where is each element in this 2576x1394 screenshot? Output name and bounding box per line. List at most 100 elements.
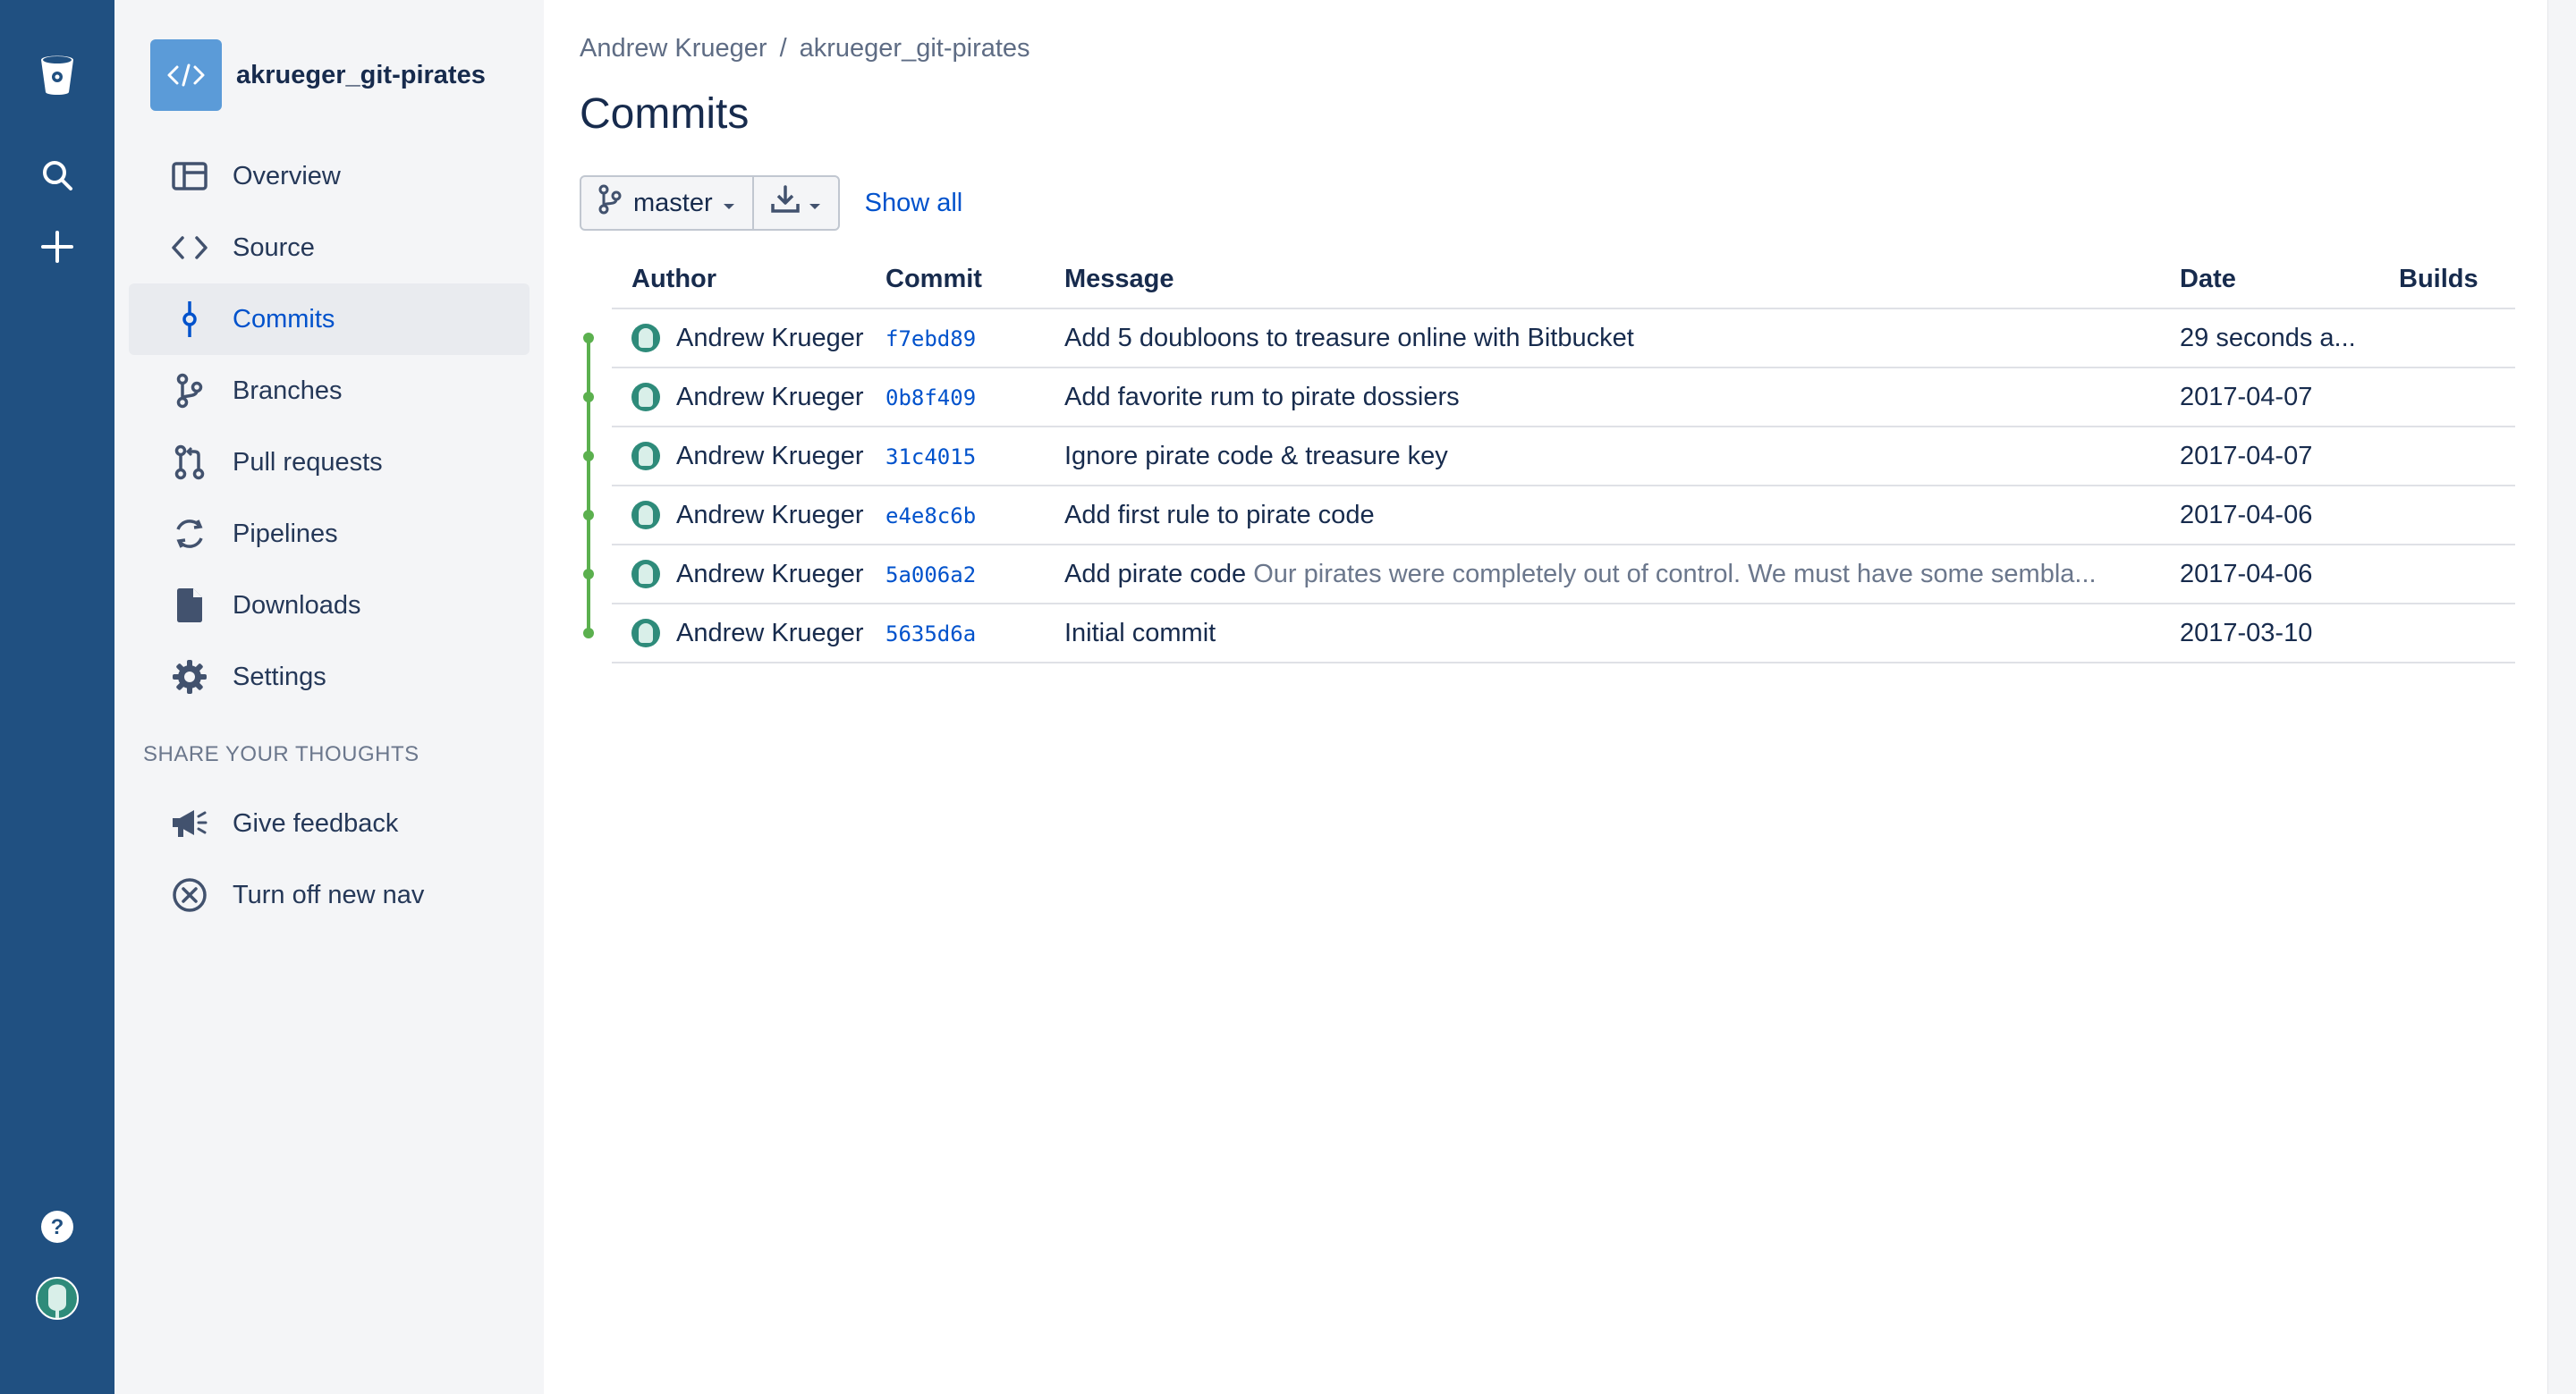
sidebar-item-downloads[interactable]: Downloads xyxy=(129,570,530,641)
commit-date: 29 seconds a... xyxy=(2180,323,2356,352)
avatar xyxy=(631,501,660,529)
branch-name: master xyxy=(633,188,713,217)
sidebar-item-pull-requests[interactable]: Pull requests xyxy=(129,427,530,498)
sidebar-item-pipelines[interactable]: Pipelines xyxy=(129,498,530,570)
author-name: Andrew Krueger xyxy=(676,559,864,588)
commit-summary: Ignore pirate code & treasure key xyxy=(1064,441,1448,470)
commit-message[interactable]: Add pirate code Our pirates were complet… xyxy=(1064,560,2180,589)
commit-graph-dot xyxy=(583,628,594,638)
commit-message[interactable]: Add first rule to pirate code xyxy=(1064,501,2180,530)
show-all-link[interactable]: Show all xyxy=(865,189,963,218)
commit-message[interactable]: Add 5 doubloons to treasure online with … xyxy=(1064,324,2180,353)
download-icon xyxy=(770,184,801,222)
author-name: Andrew Krueger xyxy=(676,323,864,352)
user-avatar[interactable] xyxy=(29,1270,86,1327)
sidebar-item-label: Source xyxy=(233,232,315,262)
overview-icon xyxy=(168,155,211,198)
megaphone-icon xyxy=(168,802,211,845)
commit-message[interactable]: Add favorite rum to pirate dossiers xyxy=(1064,383,2180,412)
search-icon[interactable] xyxy=(29,147,86,204)
commit-author[interactable]: Andrew Krueger xyxy=(612,383,886,412)
commit-hash-link[interactable]: e4e8c6b xyxy=(886,503,976,528)
sidebar-item-give-feedback[interactable]: Give feedback xyxy=(129,788,530,859)
sidebar-item-label: Overview xyxy=(233,161,341,190)
sidebar-item-source[interactable]: Source xyxy=(129,212,530,283)
help-icon[interactable]: ? xyxy=(29,1198,86,1255)
table-row: Andrew Krueger 31c4015 Ignore pirate cod… xyxy=(612,427,2515,486)
commit-summary: Add favorite rum to pirate dossiers xyxy=(1064,382,1460,411)
repo-header[interactable]: akrueger_git-pirates xyxy=(150,39,486,111)
branch-icon xyxy=(168,369,211,412)
toolbar-button-group: master xyxy=(580,175,840,231)
breadcrumb-repo[interactable]: akrueger_git-pirates xyxy=(800,34,1030,63)
file-icon xyxy=(168,584,211,627)
commit-graph-line xyxy=(587,338,590,633)
commit-author[interactable]: Andrew Krueger xyxy=(612,619,886,648)
gear-icon xyxy=(168,655,211,698)
sidebar-secondary-nav: Give feedback Turn off new nav xyxy=(129,788,530,931)
commit-date: 2017-04-07 xyxy=(2180,382,2313,411)
table-row: Andrew Krueger 0b8f409 Add favorite rum … xyxy=(612,368,2515,427)
author-name: Andrew Krueger xyxy=(676,618,864,647)
commit-author[interactable]: Andrew Krueger xyxy=(612,560,886,589)
avatar xyxy=(631,619,660,647)
page-scrollbar[interactable] xyxy=(2547,0,2576,1394)
create-plus-icon[interactable] xyxy=(29,218,86,275)
avatar xyxy=(631,560,660,588)
section-title: SHARE YOUR THOUGHTS xyxy=(143,742,419,766)
author-name: Andrew Krueger xyxy=(676,382,864,411)
commit-author[interactable]: Andrew Krueger xyxy=(612,442,886,471)
code-icon xyxy=(168,226,211,269)
branch-selector-button[interactable]: master xyxy=(581,177,752,229)
repo-code-icon xyxy=(150,39,222,111)
commit-summary: Add pirate code xyxy=(1064,559,1247,588)
sidebar-item-label: Turn off new nav xyxy=(233,880,425,909)
commit-message[interactable]: Ignore pirate code & treasure key xyxy=(1064,442,2180,471)
commit-hash-link[interactable]: 5635d6a xyxy=(886,621,976,646)
sidebar-item-overview[interactable]: Overview xyxy=(129,140,530,212)
column-header-author: Author xyxy=(631,264,717,293)
download-button[interactable] xyxy=(751,177,838,229)
sidebar-item-turn-off-new-nav[interactable]: Turn off new nav xyxy=(129,859,530,931)
breadcrumb-separator: / xyxy=(779,34,787,63)
breadcrumb: Andrew Krueger / akrueger_git-pirates xyxy=(580,34,1030,63)
commit-summary: Initial commit xyxy=(1064,618,1216,647)
pipelines-icon xyxy=(168,512,211,555)
sidebar-item-settings[interactable]: Settings xyxy=(129,641,530,713)
chevron-down-icon xyxy=(808,189,822,218)
commit-date: 2017-04-07 xyxy=(2180,441,2313,470)
author-name: Andrew Krueger xyxy=(676,441,864,470)
commit-message[interactable]: Initial commit xyxy=(1064,619,2180,648)
svg-text:?: ? xyxy=(51,1215,64,1239)
sidebar-nav: Overview Source Commits Branches Pull re… xyxy=(129,140,530,713)
commit-graph-dot xyxy=(583,392,594,402)
main-content: Andrew Krueger / akrueger_git-pirates Comm… xyxy=(544,0,2547,1394)
table-row: Andrew Krueger 5635d6a Initial commit 20… xyxy=(612,604,2515,663)
breadcrumb-owner[interactable]: Andrew Krueger xyxy=(580,34,767,63)
commit-summary: Add 5 doubloons to treasure online with … xyxy=(1064,323,1634,352)
table-row: Andrew Krueger e4e8c6b Add first rule to… xyxy=(612,486,2515,545)
sidebar-item-branches[interactable]: Branches xyxy=(129,355,530,427)
avatar xyxy=(631,442,660,470)
commit-author[interactable]: Andrew Krueger xyxy=(612,501,886,530)
commit-hash-link[interactable]: 31c4015 xyxy=(886,444,976,469)
chevron-down-icon xyxy=(722,189,736,218)
pull-request-icon xyxy=(168,441,211,484)
commit-hash-link[interactable]: f7ebd89 xyxy=(886,326,976,351)
sidebar-item-label: Give feedback xyxy=(233,808,399,838)
sidebar-item-commits[interactable]: Commits xyxy=(129,283,530,355)
sidebar-item-label: Pull requests xyxy=(233,447,383,477)
column-header-message: Message xyxy=(1064,264,1174,293)
commit-hash-link[interactable]: 0b8f409 xyxy=(886,385,976,410)
table-header: Author Commit Message Date Builds xyxy=(612,250,2515,309)
commit-hash-link[interactable]: 5a006a2 xyxy=(886,562,976,587)
close-circle-icon xyxy=(168,874,211,917)
sidebar-item-label: Pipelines xyxy=(233,519,338,548)
commit-date: 2017-04-06 xyxy=(2180,559,2313,588)
column-header-commit: Commit xyxy=(886,264,982,293)
project-sidebar: akrueger_git-pirates Overview Source Com… xyxy=(114,0,544,1394)
commit-detail: Our pirates were completely out of contr… xyxy=(1253,559,2097,588)
commit-author[interactable]: Andrew Krueger xyxy=(612,324,886,353)
commit-date: 2017-04-06 xyxy=(2180,500,2313,529)
bitbucket-logo-icon[interactable] xyxy=(29,46,86,104)
